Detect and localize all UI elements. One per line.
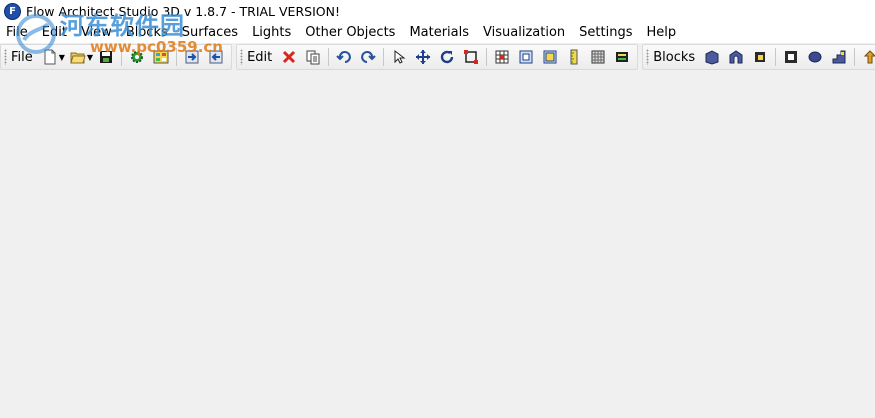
toolbar-separator [854, 48, 856, 66]
file-toolbar-label: File [11, 49, 33, 65]
move-tool-button[interactable] [413, 47, 433, 67]
box-icon [785, 51, 798, 63]
toolbar-row: File ▼ ▼ Edit Blocks [0, 44, 875, 70]
file-toolbar: File ▼ ▼ [0, 44, 233, 70]
gear-icon [131, 51, 144, 63]
delete-x-icon [283, 50, 296, 64]
menu-edit[interactable]: Edit [35, 22, 74, 43]
redo-icon [361, 51, 376, 63]
menu-materials[interactable]: Materials [402, 22, 476, 43]
menu-surfaces[interactable]: Surfaces [175, 22, 245, 43]
export-icon [209, 50, 223, 64]
grid-view-button[interactable] [151, 47, 171, 67]
wall-block-button[interactable] [702, 47, 722, 67]
blocks-toolbar: Blocks [642, 44, 875, 70]
toolbar-separator [775, 48, 777, 66]
sphere-icon [808, 51, 822, 63]
top-view-button[interactable] [540, 47, 560, 67]
open-folder-icon [70, 52, 86, 64]
cursor-arrow-icon [394, 49, 406, 64]
stairs-block-button[interactable] [829, 47, 849, 67]
new-file-button[interactable] [40, 47, 60, 67]
file-toolbar-grip[interactable] [4, 49, 7, 65]
grid-snap-button[interactable] [492, 47, 512, 67]
blocks-toolbar-label: Blocks [653, 49, 696, 65]
workspace-area[interactable] [0, 70, 875, 418]
sphere-block-button[interactable] [805, 47, 825, 67]
select-tool-button[interactable] [389, 47, 409, 67]
arrow-up-icon [863, 50, 875, 64]
move-up-button[interactable] [860, 47, 875, 67]
wall-block-icon [705, 50, 719, 65]
layers-button[interactable] [612, 47, 632, 67]
new-file-icon [44, 49, 56, 65]
front-view-button[interactable] [516, 47, 536, 67]
front-view-icon [519, 50, 533, 64]
arch-block-button[interactable] [726, 47, 746, 67]
grid-snap-icon [495, 50, 509, 64]
ruler-icon [570, 49, 578, 65]
chevron-down-icon[interactable]: ▼ [87, 53, 93, 62]
copy-button[interactable] [303, 47, 323, 67]
delete-button[interactable] [279, 47, 299, 67]
scale-tool-button[interactable] [461, 47, 481, 67]
copy-icon [306, 50, 320, 65]
export-button[interactable] [206, 47, 226, 67]
import-button[interactable] [182, 47, 202, 67]
toolbar-separator [486, 48, 488, 66]
undo-button[interactable] [334, 47, 354, 67]
open-file-button[interactable] [68, 47, 88, 67]
menu-settings[interactable]: Settings [572, 22, 639, 43]
toolbar-separator [176, 48, 178, 66]
stairs-icon [832, 50, 846, 64]
wireframe-button[interactable] [588, 47, 608, 67]
window-block-icon [755, 52, 766, 62]
menu-other-objects[interactable]: Other Objects [298, 22, 402, 43]
arch-block-icon [729, 50, 743, 64]
toolbar-separator [328, 48, 330, 66]
edit-toolbar-grip[interactable] [240, 49, 244, 65]
window-block-button[interactable] [750, 47, 770, 67]
undo-icon [336, 51, 352, 63]
menu-file[interactable]: File [0, 22, 35, 43]
chevron-down-icon[interactable]: ▼ [59, 53, 65, 62]
move-arrows-icon [416, 50, 431, 64]
rotate-icon [441, 50, 454, 64]
rotate-tool-button[interactable] [437, 47, 457, 67]
box-block-button[interactable] [781, 47, 801, 67]
grid-icon [153, 50, 169, 64]
edit-toolbar-label: Edit [247, 49, 273, 65]
toolbar-separator [121, 48, 123, 66]
app-icon: F [4, 2, 21, 20]
blocks-toolbar-grip[interactable] [646, 49, 650, 65]
import-icon [185, 50, 199, 64]
render-settings-button[interactable] [127, 47, 147, 67]
title-bar: F Flow Architect Studio 3D v 1.8.7 - TRI… [0, 0, 875, 22]
ruler-button[interactable] [564, 47, 584, 67]
menu-bar: File Edit View Blocks Surfaces Lights Ot… [0, 22, 875, 43]
scale-icon [464, 50, 479, 64]
save-disk-icon [100, 51, 113, 63]
menu-lights[interactable]: Lights [245, 22, 298, 43]
edit-toolbar: Edit [236, 44, 639, 70]
menu-visualization[interactable]: Visualization [476, 22, 572, 43]
menu-view[interactable]: View [74, 22, 119, 43]
top-view-icon [543, 50, 557, 64]
redo-button[interactable] [358, 47, 378, 67]
wireframe-icon [591, 50, 605, 64]
menu-help[interactable]: Help [639, 22, 683, 43]
menu-blocks[interactable]: Blocks [119, 22, 175, 43]
layers-icon [616, 52, 629, 62]
toolbar-separator [383, 48, 385, 66]
window-title: Flow Architect Studio 3D v 1.8.7 - TRIAL… [26, 3, 340, 19]
save-button[interactable] [96, 47, 116, 67]
